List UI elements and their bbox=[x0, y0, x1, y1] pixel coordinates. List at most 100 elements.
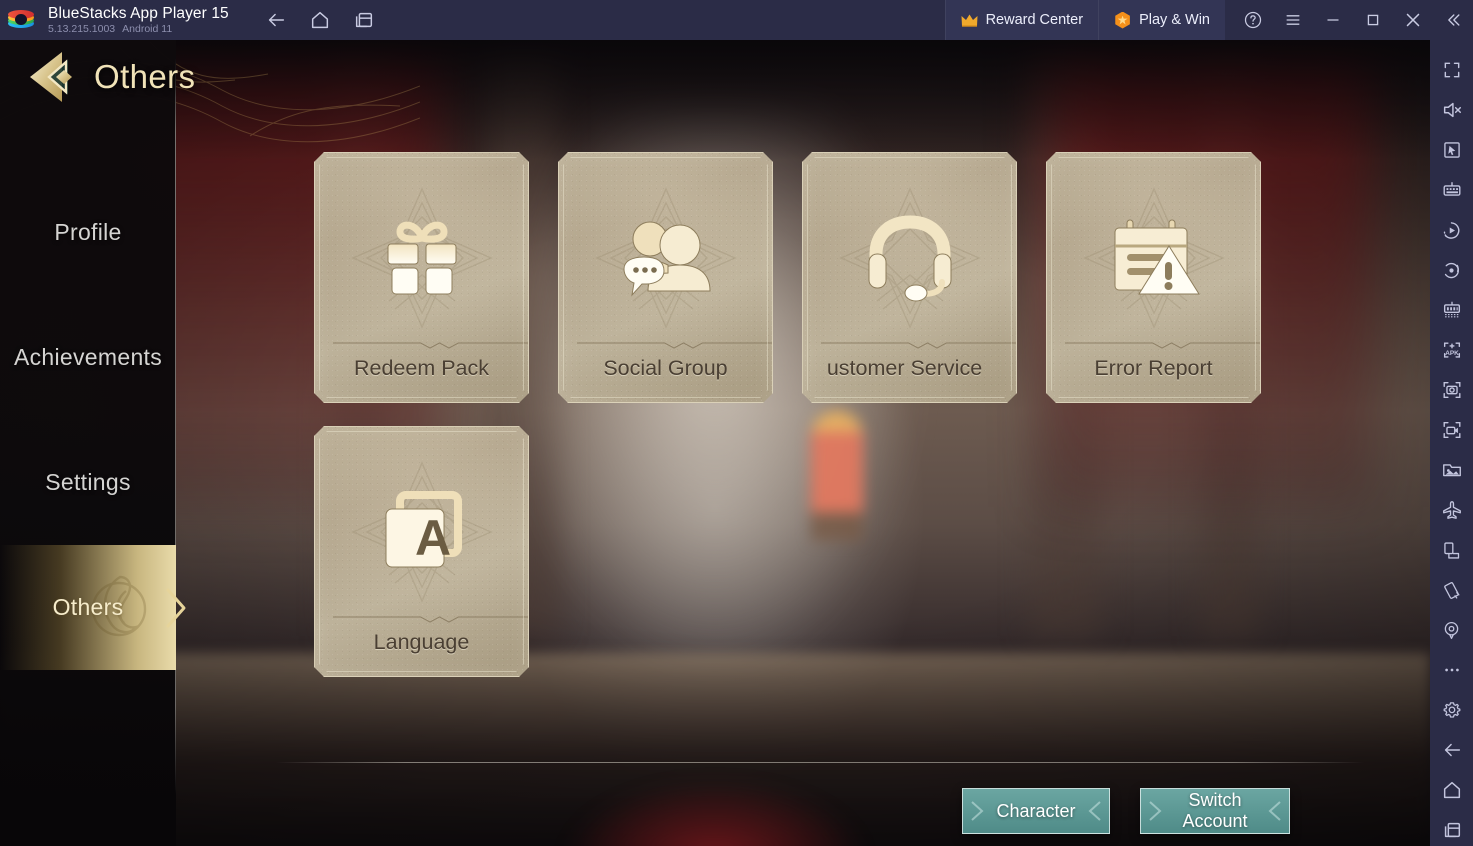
bottom-divider bbox=[276, 762, 1364, 763]
cursor-button[interactable] bbox=[1430, 130, 1473, 170]
hamburger-menu-button[interactable] bbox=[1273, 0, 1313, 40]
minimize-button[interactable] bbox=[1313, 0, 1353, 40]
bluestacks-logo-icon bbox=[0, 10, 42, 30]
card-label: Redeem Pack bbox=[314, 356, 529, 381]
card-divider bbox=[1065, 340, 1261, 350]
media-manager-button[interactable] bbox=[1430, 450, 1473, 490]
keymapping-icon bbox=[1441, 179, 1463, 201]
android-recents-button[interactable] bbox=[1430, 810, 1473, 846]
mute-icon bbox=[1441, 99, 1463, 121]
mute-button[interactable] bbox=[1430, 90, 1473, 130]
android-home-icon bbox=[1441, 779, 1463, 801]
game-sidebar-menu: Profile Achievements Settings Others bbox=[0, 170, 176, 670]
page-title: Others bbox=[94, 58, 195, 96]
card-label: ustomer Service bbox=[803, 356, 1016, 381]
chevron-left-decoration-icon bbox=[1147, 800, 1163, 822]
bluestacks-tool-sidebar: APK bbox=[1430, 40, 1473, 846]
install-apk-button[interactable]: APK bbox=[1430, 330, 1473, 370]
android-recents-icon bbox=[1441, 819, 1463, 841]
card-label: Language bbox=[314, 630, 529, 655]
sidebar-item-profile[interactable]: Profile bbox=[0, 170, 176, 295]
location-icon bbox=[1441, 620, 1462, 641]
card-row: Redeem Pack bbox=[314, 152, 1261, 403]
back-icon[interactable] bbox=[265, 9, 287, 31]
media-manager-icon bbox=[1441, 459, 1463, 481]
rotate-screen-button[interactable] bbox=[1430, 530, 1473, 570]
bluestacks-window: Others Profile Achievements Settings bbox=[0, 0, 1473, 846]
play-and-win-button[interactable]: Play & Win bbox=[1098, 0, 1225, 40]
close-button[interactable] bbox=[1393, 0, 1433, 40]
shake-icon bbox=[1441, 580, 1462, 601]
sidebar-item-label: Settings bbox=[45, 469, 131, 496]
switch-account-button[interactable]: Switch Account bbox=[1140, 788, 1290, 834]
android-home-button[interactable] bbox=[1430, 770, 1473, 810]
chevron-right-decoration-icon bbox=[1267, 800, 1283, 822]
shake-button[interactable] bbox=[1430, 570, 1473, 610]
titlebar-right-group: Reward Center Play & Win bbox=[945, 0, 1473, 40]
report-warning-icon bbox=[1107, 214, 1201, 302]
screenshot-button[interactable] bbox=[1430, 370, 1473, 410]
maximize-button[interactable] bbox=[1353, 0, 1393, 40]
switch-account-button-label-line2: Account bbox=[1182, 811, 1247, 832]
install-apk-icon: APK bbox=[1441, 339, 1463, 361]
app-title: BlueStacks App Player 15 bbox=[48, 5, 229, 22]
card-redeem-pack[interactable]: Redeem Pack bbox=[314, 152, 529, 403]
android-back-button[interactable] bbox=[1430, 730, 1473, 770]
multi-instance-manager-button[interactable] bbox=[1430, 290, 1473, 330]
card-divider bbox=[821, 340, 1017, 350]
star-badge-icon bbox=[1114, 12, 1131, 29]
more-options-icon bbox=[1442, 660, 1462, 680]
back-chevron-emblem-icon[interactable] bbox=[22, 48, 80, 106]
card-divider bbox=[333, 340, 529, 350]
card-language[interactable]: A Language bbox=[314, 426, 529, 677]
card-social-group[interactable]: Social Group bbox=[558, 152, 773, 403]
svg-text:A: A bbox=[415, 510, 451, 566]
home-icon[interactable] bbox=[309, 9, 331, 31]
chevron-right-decoration-icon bbox=[1087, 800, 1103, 822]
app-version: 5.13.215.1003 bbox=[48, 23, 115, 35]
sidebar-item-achievements[interactable]: Achievements bbox=[0, 295, 176, 420]
card-grid: Redeem Pack bbox=[314, 152, 1261, 677]
multi-instance-icon[interactable] bbox=[353, 9, 375, 31]
sidebar-item-label: Achievements bbox=[14, 344, 162, 371]
card-customer-service[interactable]: ustomer Service bbox=[802, 152, 1017, 403]
character-button[interactable]: Character bbox=[962, 788, 1110, 834]
maximize-icon bbox=[1363, 10, 1383, 30]
bluestacks-titlebar: BlueStacks App Player 15 5.13.215.1003 An… bbox=[0, 0, 1473, 40]
airplane-mode-button[interactable] bbox=[1430, 490, 1473, 530]
macro-recorder-button[interactable] bbox=[1430, 210, 1473, 250]
sidebar-item-label: Others bbox=[53, 594, 124, 621]
sidebar-item-others[interactable]: Others bbox=[0, 545, 176, 670]
settings-button[interactable] bbox=[1430, 690, 1473, 730]
screenshot-icon bbox=[1441, 379, 1463, 401]
card-label: Error Report bbox=[1046, 356, 1261, 381]
collapse-sidebar-button[interactable] bbox=[1433, 0, 1473, 40]
card-error-report[interactable]: Error Report bbox=[1046, 152, 1261, 403]
keymapping-button[interactable] bbox=[1430, 170, 1473, 210]
eco-mode-icon bbox=[1441, 260, 1462, 281]
android-version: Android 11 bbox=[122, 23, 172, 35]
help-button[interactable] bbox=[1233, 0, 1273, 40]
chevron-left-decoration-icon bbox=[969, 800, 985, 822]
multi-instance-manager-icon bbox=[1441, 299, 1463, 321]
crown-icon bbox=[961, 14, 978, 27]
eco-mode-button[interactable] bbox=[1430, 250, 1473, 290]
more-options-button[interactable] bbox=[1430, 650, 1473, 690]
rotate-screen-icon bbox=[1441, 540, 1462, 561]
hamburger-menu-icon bbox=[1283, 10, 1303, 30]
location-button[interactable] bbox=[1430, 610, 1473, 650]
background-top-fade bbox=[0, 40, 1430, 160]
switch-account-button-label-line1: Switch bbox=[1182, 790, 1247, 811]
sidebar-item-settings[interactable]: Settings bbox=[0, 420, 176, 545]
macro-recorder-icon bbox=[1441, 220, 1462, 241]
card-divider bbox=[333, 614, 529, 624]
sidebar-active-chevron-icon bbox=[164, 586, 190, 630]
fullscreen-button[interactable] bbox=[1430, 50, 1473, 90]
fullscreen-icon bbox=[1442, 60, 1462, 80]
close-icon bbox=[1402, 9, 1424, 31]
card-row: A Language bbox=[314, 426, 1261, 677]
screen-record-button[interactable] bbox=[1430, 410, 1473, 450]
app-version-line: 5.13.215.1003 Android 11 bbox=[48, 23, 229, 36]
reward-center-button[interactable]: Reward Center bbox=[945, 0, 1099, 40]
cursor-icon bbox=[1442, 140, 1462, 160]
